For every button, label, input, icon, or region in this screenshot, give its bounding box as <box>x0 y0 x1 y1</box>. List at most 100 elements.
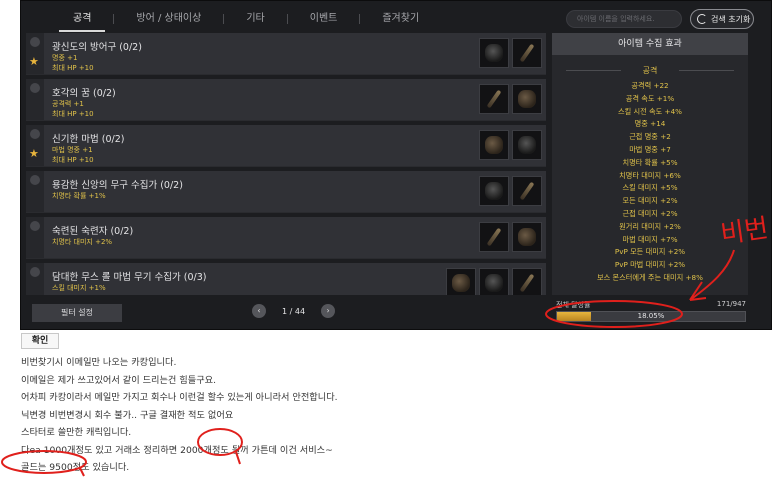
select-dot-icon[interactable] <box>30 129 40 139</box>
item-slots <box>479 130 542 160</box>
tab-attack[interactable]: 공격 <box>51 8 113 32</box>
item-slots <box>479 222 542 252</box>
post-line: 이메일은 제가 쓰고있어서 같이 드리는건 힘들구요. <box>21 374 217 386</box>
item-icon <box>486 227 502 247</box>
collection-stat: 치명타 확률 +1% <box>52 192 106 200</box>
item-slot[interactable] <box>512 222 542 252</box>
collection-row[interactable]: ★ 신기한 마법 (0/2) 마법 명중 +1 최대 HP +10 <box>26 125 546 167</box>
row-gutter <box>26 217 44 258</box>
row-gutter <box>26 171 44 212</box>
item-slot[interactable] <box>512 268 542 295</box>
select-dot-icon[interactable] <box>30 37 40 47</box>
reset-search-label: 검색 초기화 <box>711 14 751 24</box>
collection-title: 호각의 꿈 (0/2) <box>52 88 116 99</box>
item-slot[interactable] <box>512 84 542 114</box>
item-slot[interactable] <box>512 130 542 160</box>
post-line: 골드는 9500정도 있습니다. <box>21 462 130 473</box>
progress-label: 전체 달성률 <box>556 301 591 309</box>
item-slot[interactable] <box>479 176 509 206</box>
item-icon <box>485 136 503 154</box>
post-line: 닉변경 비번변경시 회수 불가.. 구글 결재한 적도 없어요 <box>21 409 234 421</box>
collection-stat: 최대 HP +10 <box>52 156 94 164</box>
effect-line: 근접 명중 +2 <box>629 132 671 142</box>
post-line: 어차피 카캉이라서 메일만 가지고 회수나 이런걸 할수 있는게 아니라서 안전… <box>21 392 338 403</box>
progress-percent: 18.05% <box>637 312 665 320</box>
collection-stat: 명중 +1 <box>52 54 78 62</box>
collection-title: 용감한 신앙의 무구 수집가 (0/2) <box>52 180 183 191</box>
confirm-button[interactable]: 확인 <box>21 333 59 349</box>
item-slots <box>479 38 542 68</box>
select-dot-icon[interactable] <box>30 221 40 231</box>
effect-line: 공격력 +22 <box>631 81 669 90</box>
item-slot[interactable] <box>479 268 509 295</box>
progress-count: 171/947 <box>716 300 746 308</box>
collection-stat: 마법 명중 +1 <box>52 146 93 154</box>
effect-line: 스킬 시전 속도 +4% <box>618 106 682 116</box>
post-line: 비번찾기시 이메일만 나오는 카캉입니다. <box>21 357 177 368</box>
effect-category: 공격 <box>552 65 748 76</box>
pagination: ‹ 1 / 44 › <box>252 304 336 318</box>
effect-line: 공격 속도 +1% <box>625 93 675 103</box>
effect-line: 보스 몬스터에게 주는 대미지 +8% <box>597 272 703 282</box>
collection-title: 신기한 마법 (0/2) <box>52 134 125 145</box>
item-slots <box>479 176 542 206</box>
post-line: 스타터로 쓸만한 캐릭입니다. <box>21 427 132 438</box>
reset-search-button[interactable]: 검색 초기화 <box>690 9 754 29</box>
item-icon <box>452 274 470 292</box>
select-dot-icon[interactable] <box>30 267 40 277</box>
collection-row[interactable]: 숙련된 숙련자 (0/2) 치명타 대미지 +2% <box>26 217 546 259</box>
filter-settings-button[interactable]: 필터 설정 <box>32 304 122 322</box>
select-dot-icon[interactable] <box>30 83 40 93</box>
effect-line: 근접 대미지 +2% <box>622 208 678 218</box>
collection-row[interactable]: 담대한 무스 롤 마법 무기 수집가 (0/3) 스킬 대미지 +1% <box>26 263 546 295</box>
next-page-button[interactable]: › <box>321 304 336 318</box>
item-icon <box>485 274 503 292</box>
effect-line: 명중 +14 <box>634 119 666 129</box>
search-input[interactable]: 아이템 이름을 입력하세요. <box>566 10 682 28</box>
item-slot[interactable] <box>479 38 509 68</box>
effect-line: PvP 마법 대미지 +2% <box>614 260 686 270</box>
item-slot[interactable] <box>479 130 509 160</box>
effect-line: 치명타 확률 +5% <box>622 157 678 167</box>
collection-stat: 최대 HP +10 <box>52 64 94 72</box>
item-slot[interactable] <box>479 222 509 252</box>
item-icon <box>519 181 535 201</box>
item-icon <box>485 182 503 200</box>
item-icon <box>519 43 535 63</box>
collection-stat: 공격력 +1 <box>52 100 84 108</box>
effect-list: 공격력 +22 공격 속도 +1% 스킬 시전 속도 +4% 명중 +14 근접 명중 … <box>552 80 748 285</box>
item-slot[interactable] <box>479 84 509 114</box>
effect-line: 모든 대미지 +2% <box>622 196 678 206</box>
tab-bar: 공격 방어 / 상태이상 기타 이벤트 즐겨찾기 <box>51 7 441 32</box>
collection-row[interactable]: ★ 광신도의 방어구 (0/2) 명중 +1 최대 HP +10 <box>26 33 546 75</box>
page-indicator: 1 / 44 <box>282 306 306 316</box>
collection-row[interactable]: 용감한 신앙의 무구 수집가 (0/2) 치명타 확률 +1% <box>26 171 546 213</box>
select-dot-icon[interactable] <box>30 175 40 185</box>
collection-stat: 스킬 대미지 +1% <box>52 284 106 292</box>
collection-title: 숙련된 숙련자 (0/2) <box>52 226 134 237</box>
tab-favorites[interactable]: 즐겨찾기 <box>360 8 441 30</box>
item-slot[interactable] <box>512 38 542 68</box>
effect-line: PvP 모든 대미지 +2% <box>614 247 686 257</box>
item-icon <box>485 44 503 62</box>
item-slot[interactable] <box>512 176 542 206</box>
effect-line: 마법 명중 +7 <box>629 144 671 154</box>
favorite-star-icon[interactable]: ★ <box>29 55 39 68</box>
post-line: 다ea 1000개정도 있고 거래소 정리하면 2000개정도 될꺼 가튼데 이… <box>21 444 333 456</box>
collection-list: ★ 광신도의 방어구 (0/2) 명중 +1 최대 HP +10 호각의 꿈 (0/2)… <box>26 33 546 295</box>
collection-title: 담대한 무스 롤 마법 무기 수집가 (0/3) <box>52 272 207 283</box>
item-slot[interactable] <box>446 268 476 295</box>
collection-stat: 치명타 대미지 +2% <box>52 238 113 246</box>
prev-page-button[interactable]: ‹ <box>252 304 266 318</box>
effect-line: 스킬 대미지 +5% <box>622 183 678 193</box>
item-icon <box>518 90 536 108</box>
item-slots <box>446 268 542 295</box>
item-slots <box>479 84 542 114</box>
tab-misc[interactable]: 기타 <box>224 8 286 30</box>
panel-title: 아이템 수집 효과 <box>552 33 748 55</box>
item-icon <box>518 136 536 154</box>
favorite-star-icon[interactable]: ★ <box>29 147 39 160</box>
collection-row[interactable]: 호각의 꿈 (0/2) 공격력 +1 최대 HP +10 <box>26 79 546 121</box>
tab-defense[interactable]: 방어 / 상태이상 <box>114 8 223 30</box>
tab-event[interactable]: 이벤트 <box>288 8 360 30</box>
